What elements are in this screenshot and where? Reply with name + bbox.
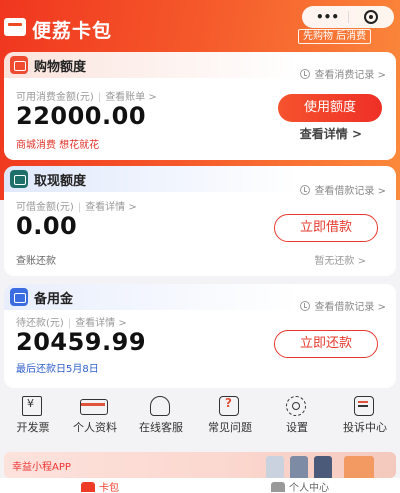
shopping-note: 商城消费 想花就花	[16, 140, 100, 151]
service-online-support[interactable]: 在线客服	[128, 394, 194, 438]
card-title: 取现额度	[34, 174, 87, 189]
phone-image	[314, 456, 332, 478]
record-link-label: 查看借款记录 >	[314, 186, 386, 197]
mini-program-capsule: •••	[302, 6, 394, 28]
clock-icon	[300, 301, 311, 311]
close-miniprogram-icon[interactable]	[364, 10, 378, 24]
clock-icon	[300, 185, 311, 195]
service-profile[interactable]: 个人资料	[62, 394, 128, 438]
service-settings[interactable]: 设置	[264, 394, 330, 438]
service-label: 开发票	[16, 421, 50, 434]
bottom-tab-bar: 卡包 个人中心	[0, 478, 400, 493]
view-details-link[interactable]: 查看详情 >	[85, 202, 137, 213]
shopping-bag-icon	[10, 56, 28, 74]
app-logo-icon	[4, 18, 26, 36]
gear-icon	[286, 396, 306, 416]
loan-record-link[interactable]: 查看借款记录 >	[300, 298, 386, 313]
service-faq[interactable]: 常见问题	[197, 394, 263, 438]
tab-label: 卡包	[99, 483, 119, 493]
available-amount: 22000.00	[16, 102, 147, 130]
record-link-label: 查看借款记录 >	[314, 302, 386, 313]
service-label: 投诉中心	[343, 421, 387, 434]
repay-now-button[interactable]: 立即还款	[274, 330, 378, 358]
record-link-label: 查看消费记录 >	[314, 70, 386, 81]
card-title: 购物额度	[34, 60, 87, 75]
reserve-fund-card: 备用金 查看借款记录 > 待还款(元) | 查看详情 > 20459.99 最后还款…	[4, 284, 396, 388]
phone-image	[266, 456, 284, 478]
tab-card-wallet[interactable]: 卡包	[0, 479, 200, 493]
invoice-icon	[22, 396, 42, 416]
headset-icon	[150, 396, 170, 416]
borrow-now-button[interactable]: 立即借款	[274, 214, 378, 242]
slogan-badge: 先购物 后消费	[298, 29, 372, 44]
phone-image	[290, 456, 308, 478]
cash-quota-card: 取现额度 查看借款记录 > 可借金额(元) | 查看详情 > 0.00 查账还款 立…	[4, 166, 396, 276]
faq-icon	[219, 396, 239, 416]
service-label: 常见问题	[208, 421, 252, 434]
profile-card-icon	[80, 399, 108, 415]
service-invoice[interactable]: 开发票	[0, 394, 66, 438]
consumption-record-link[interactable]: 查看消费记录 >	[300, 66, 386, 81]
check-repayment-link[interactable]: 查账还款	[16, 252, 56, 267]
service-complaint[interactable]: 投诉中心	[332, 394, 398, 438]
loan-record-link[interactable]: 查看借款记录 >	[300, 182, 386, 197]
service-label: 设置	[286, 421, 308, 434]
clock-icon	[300, 69, 311, 79]
service-label: 在线客服	[139, 421, 183, 434]
view-details-link[interactable]: 查看详情 >	[300, 125, 362, 142]
no-repayment-link[interactable]: 暂无还款 >	[314, 252, 366, 267]
wallet-icon	[81, 482, 95, 492]
promo-banner[interactable]: 幸益小程APP	[4, 452, 396, 478]
amount-sub-label: 可用消费金额(元) | 查看账单 >	[16, 88, 157, 103]
use-quota-button[interactable]: 使用额度	[278, 94, 382, 122]
divider: |	[77, 202, 82, 213]
user-icon	[271, 482, 285, 492]
service-grid: 开发票 个人资料 在线客服 常见问题 设置 投诉中心	[0, 394, 400, 438]
cash-wallet-icon	[10, 170, 28, 188]
shopping-quota-card: 购物额度 查看消费记录 > 可用消费金额(元) | 查看账单 > 22000.00 …	[4, 52, 396, 160]
pending-repayment-amount: 20459.99	[16, 328, 147, 356]
card-title: 备用金	[34, 292, 74, 307]
tab-label: 个人中心	[289, 483, 329, 493]
service-label: 个人资料	[73, 421, 117, 434]
reserve-fund-icon	[10, 288, 28, 306]
app-title: 便荔卡包	[32, 20, 113, 42]
borrowable-amount: 0.00	[16, 212, 78, 240]
capsule-divider	[348, 11, 349, 23]
complaint-icon	[354, 396, 374, 416]
amount-sub-label: 可借金额(元) | 查看详情 >	[16, 198, 137, 213]
promo-graphic	[344, 456, 374, 478]
banner-text: 幸益小程APP	[12, 462, 71, 473]
more-options-icon[interactable]: •••	[316, 11, 339, 23]
last-repayment-date: 最后还款日5月8日	[16, 364, 99, 375]
tab-personal-center[interactable]: 个人中心	[200, 479, 400, 493]
amount-sub-label: 待还款(元) | 查看详情 >	[16, 314, 127, 329]
